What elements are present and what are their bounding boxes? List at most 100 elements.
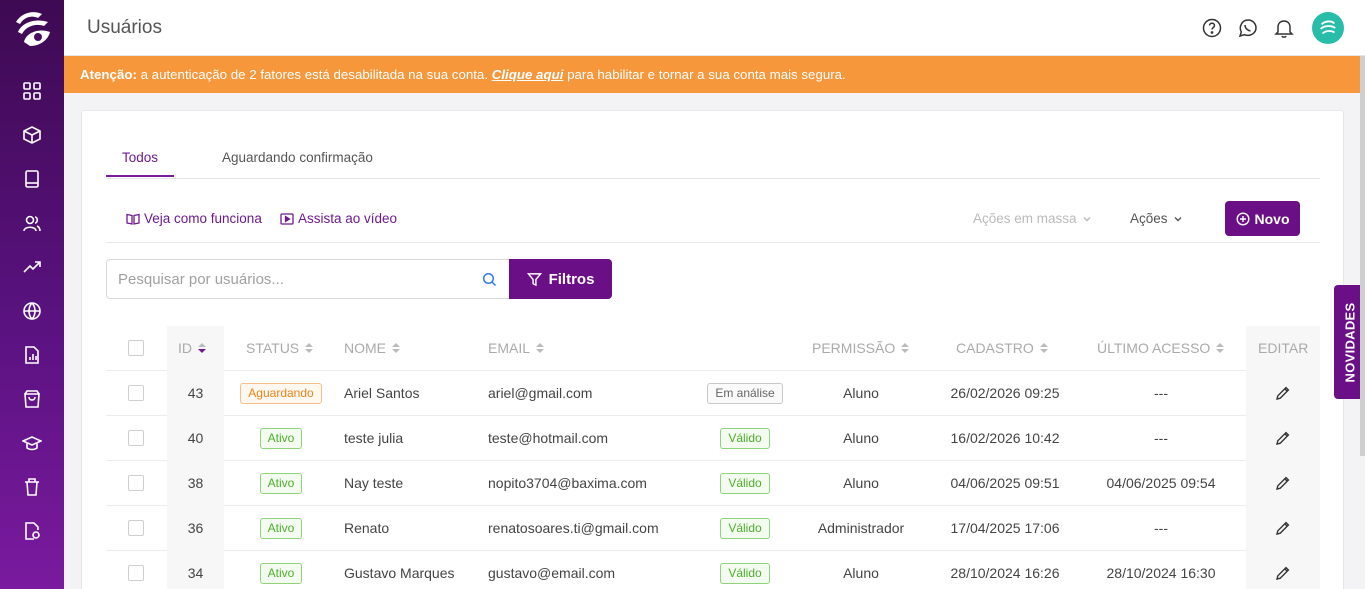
row-name: Ariel Santos bbox=[344, 385, 420, 401]
box-icon[interactable] bbox=[20, 123, 44, 147]
edit-button[interactable] bbox=[1246, 551, 1320, 589]
row-name: Renato bbox=[344, 520, 390, 536]
whatsapp-icon[interactable] bbox=[1237, 17, 1259, 39]
row-name: Gustavo Marques bbox=[344, 565, 455, 581]
pencil-icon[interactable] bbox=[1274, 474, 1292, 492]
select-all-checkbox[interactable] bbox=[128, 340, 144, 356]
row-id: 38 bbox=[187, 475, 204, 491]
row-created: 26/02/2026 09:25 bbox=[950, 385, 1060, 401]
table-row: 43 Aguardando Ariel Santos ariel@gmail.com E… bbox=[106, 371, 1320, 416]
header-permission-label: PERMISSÃO bbox=[812, 340, 896, 356]
header-id-label: ID bbox=[178, 340, 192, 356]
new-user-button[interactable]: Novo bbox=[1225, 201, 1300, 236]
status-badge: Ativo bbox=[259, 562, 303, 584]
row-checkbox[interactable] bbox=[128, 520, 144, 536]
row-checkbox[interactable] bbox=[128, 430, 144, 446]
watch-video-label: Assista ao vídeo bbox=[298, 211, 398, 226]
filters-button[interactable]: Filtros bbox=[509, 259, 612, 299]
search-input[interactable] bbox=[107, 260, 467, 298]
two-factor-alert: Atenção: a autenticação de 2 fatores est… bbox=[64, 56, 1360, 93]
status-badge: Ativo bbox=[259, 472, 303, 494]
users-icon[interactable] bbox=[20, 211, 44, 235]
pencil-icon[interactable] bbox=[1274, 519, 1292, 537]
row-last-access: --- bbox=[1154, 430, 1168, 446]
table-header: ID STATUS NOME EMAIL PERMISSÃO CADASTRO … bbox=[106, 326, 1320, 371]
row-email: renatosoares.ti@gmail.com bbox=[488, 520, 659, 536]
graduation-cap-icon[interactable] bbox=[20, 431, 44, 455]
row-id: 43 bbox=[187, 385, 204, 401]
grid-icon[interactable] bbox=[20, 79, 44, 103]
bell-icon[interactable] bbox=[1273, 17, 1295, 39]
trash-icon[interactable] bbox=[20, 475, 44, 499]
bulk-actions-dropdown[interactable]: Ações em massa bbox=[973, 211, 1092, 226]
header-created[interactable]: CADASTRO bbox=[956, 326, 1048, 370]
chevron-down-icon bbox=[1083, 216, 1091, 221]
users-card: Todos Aguardando confirmação Veja como f… bbox=[81, 110, 1344, 589]
novidades-label: NOVIDADES bbox=[1342, 302, 1357, 382]
book-icon[interactable] bbox=[20, 167, 44, 191]
how-it-works-link[interactable]: Veja como funciona bbox=[126, 211, 262, 226]
search-icon[interactable] bbox=[482, 272, 497, 287]
scrollbar[interactable] bbox=[1360, 56, 1365, 456]
filter-icon bbox=[526, 272, 542, 286]
header-email[interactable]: EMAIL bbox=[488, 326, 545, 370]
table-row: 38 Ativo Nay teste nopito3704@baxima.com Vál… bbox=[106, 461, 1320, 506]
header-last-access[interactable]: ÚLTIMO ACESSO bbox=[1097, 326, 1225, 370]
header-status[interactable]: STATUS bbox=[246, 326, 314, 370]
status-badge: Ativo bbox=[259, 427, 303, 449]
row-created: 17/04/2025 17:06 bbox=[950, 520, 1060, 536]
row-last-access: 04/06/2025 09:54 bbox=[1106, 475, 1216, 491]
sort-icon bbox=[1039, 343, 1048, 353]
avatar[interactable] bbox=[1312, 12, 1344, 44]
edit-button[interactable] bbox=[1246, 416, 1320, 460]
pencil-icon[interactable] bbox=[1274, 384, 1292, 402]
actions-dropdown[interactable]: Ações bbox=[1130, 211, 1183, 226]
help-icon[interactable] bbox=[1201, 17, 1223, 39]
row-email: nopito3704@baxima.com bbox=[488, 475, 647, 491]
edit-button[interactable] bbox=[1246, 371, 1320, 415]
row-permission: Aluno bbox=[843, 385, 879, 401]
enable-2fa-link[interactable]: Clique aqui bbox=[492, 67, 564, 82]
tab-aguardando-confirmacao[interactable]: Aguardando confirmação bbox=[222, 150, 373, 165]
header-permission[interactable]: PERMISSÃO bbox=[812, 326, 910, 370]
sort-icon bbox=[901, 343, 910, 353]
top-bar: Usuários bbox=[64, 0, 1365, 56]
header-id[interactable]: ID bbox=[178, 326, 206, 370]
row-permission: Administrador bbox=[817, 520, 905, 536]
sort-icon bbox=[1216, 343, 1225, 353]
status-badge: Ativo bbox=[259, 517, 303, 539]
email-status-badge: Válido bbox=[720, 517, 770, 539]
video-icon bbox=[280, 212, 294, 225]
plus-circle-icon bbox=[1235, 211, 1250, 226]
brand-logo[interactable] bbox=[8, 4, 56, 52]
header-edit: EDITAR bbox=[1258, 340, 1309, 356]
email-status-badge: Em análise bbox=[707, 382, 783, 404]
row-permission: Aluno bbox=[843, 430, 879, 446]
pencil-icon[interactable] bbox=[1274, 429, 1292, 447]
shopping-bag-icon[interactable] bbox=[20, 387, 44, 411]
globe-icon[interactable] bbox=[20, 299, 44, 323]
row-checkbox[interactable] bbox=[128, 565, 144, 581]
alert-label: Atenção: bbox=[80, 67, 137, 82]
tab-todos[interactable]: Todos bbox=[105, 150, 175, 177]
watch-video-link[interactable]: Assista ao vídeo bbox=[280, 211, 397, 226]
header-name[interactable]: NOME bbox=[344, 326, 400, 370]
row-created: 04/06/2025 09:51 bbox=[950, 475, 1060, 491]
sort-icon bbox=[536, 343, 545, 353]
edit-button[interactable] bbox=[1246, 506, 1320, 550]
sort-icon bbox=[198, 343, 206, 353]
row-checkbox[interactable] bbox=[128, 385, 144, 401]
edit-button[interactable] bbox=[1246, 461, 1320, 505]
report-icon[interactable] bbox=[20, 343, 44, 367]
tabs: Todos Aguardando confirmação bbox=[105, 141, 1320, 179]
file-settings-icon[interactable] bbox=[20, 519, 44, 543]
email-status-badge: Válido bbox=[720, 472, 770, 494]
row-checkbox[interactable] bbox=[128, 475, 144, 491]
pencil-icon[interactable] bbox=[1274, 564, 1292, 582]
row-id: 34 bbox=[187, 565, 204, 581]
trending-up-icon[interactable] bbox=[20, 255, 44, 279]
page-title: Usuários bbox=[87, 17, 162, 38]
email-status-badge: Válido bbox=[720, 427, 770, 449]
row-last-access: --- bbox=[1154, 385, 1168, 401]
table-row: 40 Ativo teste julia teste@hotmail.com Válid… bbox=[106, 416, 1320, 461]
